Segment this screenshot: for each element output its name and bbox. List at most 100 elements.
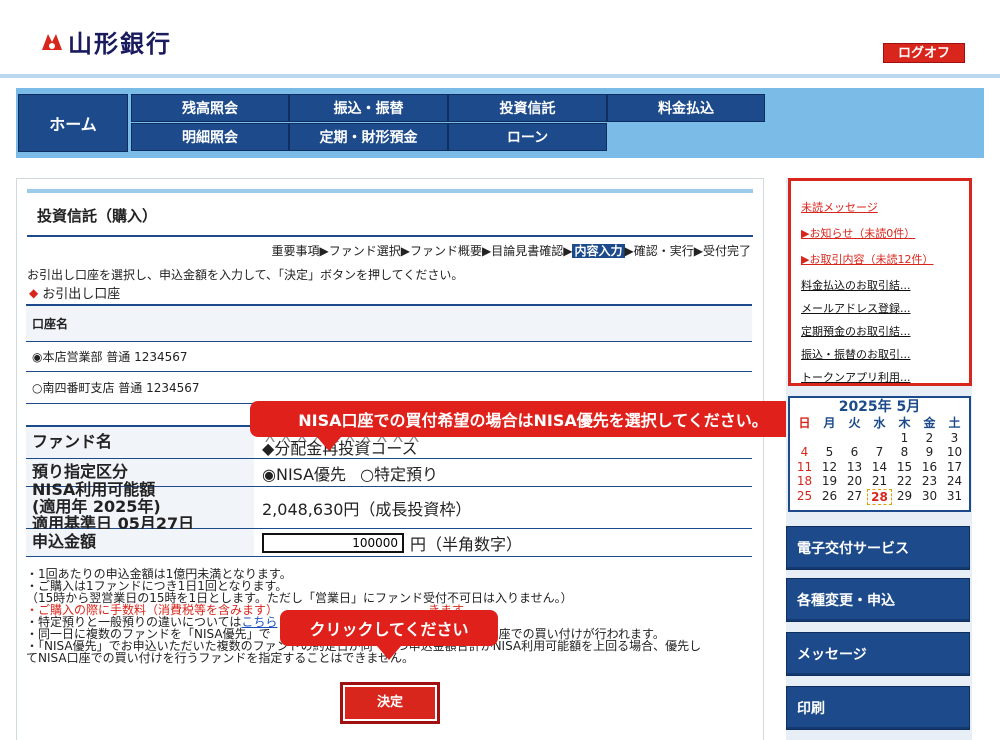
calendar-day: 20 xyxy=(846,474,863,488)
message-item[interactable]: 定期預金のお取引結... xyxy=(801,323,959,339)
nav-transfer[interactable]: 振込・振替 xyxy=(289,94,448,122)
calendar-day: 10 xyxy=(946,445,963,459)
decide-button[interactable]: 決定 xyxy=(340,682,440,724)
global-nav: ホーム 残高照会 振込・振替 投資信託 料金払込 明細照会 定期・財形預金 ロー… xyxy=(16,88,984,158)
message-item[interactable]: トークンアプリ利用... xyxy=(801,369,959,385)
calendar-day: 21 xyxy=(871,474,888,488)
calendar-day: 11 xyxy=(796,459,813,474)
calendar-day: 24 xyxy=(946,474,963,488)
calendar-day: 14 xyxy=(871,459,888,474)
calendar-day xyxy=(867,431,892,446)
calendar-weekday: 土 xyxy=(948,416,961,430)
e-delivery-button[interactable]: 電子交付サービス xyxy=(786,526,970,570)
step-item: ファンド概要 xyxy=(409,244,482,258)
calendar-day: 6 xyxy=(850,445,859,459)
fund-name-label: ファンド名 xyxy=(26,427,254,458)
nisa-priority-radio[interactable]: ◉NISA優先 xyxy=(262,461,346,485)
calendar-day: 15 xyxy=(896,459,913,474)
change-apply-button[interactable]: 各種変更・申込 xyxy=(786,578,970,622)
instruction-text: お引出し口座を選択し、申込金額を入力して、「決定」ボタンを押してください。 xyxy=(27,268,464,282)
nav-time-deposit[interactable]: 定期・財形預金 xyxy=(289,123,448,151)
calendar-weekday: 月 xyxy=(823,416,836,430)
calendar-day: 26 xyxy=(821,488,838,503)
message-item[interactable]: 料金払込のお取引結... xyxy=(801,277,959,293)
message-button[interactable]: メッセージ xyxy=(786,632,970,676)
radio-icon[interactable]: ○ xyxy=(32,381,42,395)
nisa-available-value: 2,048,630円（成長投資枠） xyxy=(262,499,472,519)
calendar-day: 19 xyxy=(821,474,838,488)
calendar-day xyxy=(842,431,867,446)
calendar-grid: 日月火水木金土 1 2 3 4 5 6 7 8 9 10 11 12 13 14 15 16 17 18 19 20 21… xyxy=(790,416,969,505)
section-bullet-icon: ◆ xyxy=(29,285,39,300)
calendar-day: 7 xyxy=(875,445,884,459)
calendar-title: 2025年 5月 xyxy=(838,399,921,415)
calendar-day: 17 xyxy=(946,459,963,474)
calendar-weekday: 火 xyxy=(848,416,861,430)
calendar-day: 16 xyxy=(921,459,938,474)
nisa-callout: NISA口座での買付希望の場合はNISA優先を選択してください。 xyxy=(250,401,816,451)
unread-messages-link[interactable]: 未読メッセージ xyxy=(801,199,959,215)
nav-payment[interactable]: 料金払込 xyxy=(607,94,765,122)
step-item: 確認・実行 xyxy=(633,244,694,258)
nav-statement[interactable]: 明細照会 xyxy=(131,123,289,151)
transaction-link[interactable]: ▶お取引内容（未読12件） xyxy=(801,251,959,267)
account-label: 南四番町支店 普通 1234567 xyxy=(42,381,200,395)
calendar: 2025年 5月 日月火水木金土 1 2 3 4 5 6 7 8 9 10 11 12 13 14 15 16 1… xyxy=(788,396,971,512)
amount-row: 申込金額 円（半角数字） xyxy=(26,529,752,557)
click-callout: クリックしてください xyxy=(280,610,498,660)
calendar-day: 12 xyxy=(821,459,838,474)
amount-unit: 円（半角数字） xyxy=(410,534,523,554)
nav-home[interactable]: ホーム xyxy=(18,94,128,152)
calendar-weekday: 木 xyxy=(898,416,911,430)
calendar-day: 31 xyxy=(946,488,963,503)
nav-balance[interactable]: 残高照会 xyxy=(131,94,289,122)
calendar-weekday: 日 xyxy=(798,416,811,430)
message-item[interactable]: 振込・振替のお取引... xyxy=(801,346,959,362)
print-button[interactable]: 印刷 xyxy=(786,686,970,730)
calendar-day: 23 xyxy=(921,474,938,488)
notice-link[interactable]: ▶お知らせ（未読0件） xyxy=(801,225,959,241)
amount-input[interactable] xyxy=(262,532,404,553)
calendar-weekday: 水 xyxy=(873,416,886,430)
account-table-header: 口座名 xyxy=(26,304,752,342)
page-title: 投資信託（購入） xyxy=(37,207,158,225)
radio-selected-icon[interactable]: ◉ xyxy=(32,350,42,364)
account-row[interactable]: ◉ 本店営業部 普通 1234567 xyxy=(26,342,752,372)
bank-name: 山形銀行 xyxy=(68,29,172,58)
calendar-day: 18 xyxy=(796,474,813,488)
calendar-day: 25 xyxy=(796,488,813,503)
nav-loan[interactable]: ローン xyxy=(448,123,607,151)
step-item: 受付完了 xyxy=(702,244,751,258)
step-item: ファンド選択 xyxy=(328,244,401,258)
message-box: 未読メッセージ ▶お知らせ（未読0件） ▶お取引内容（未読12件） 料金払込のお… xyxy=(788,178,972,386)
calendar-day: 3 xyxy=(950,430,959,445)
account-label: 本店営業部 普通 1234567 xyxy=(42,350,188,364)
calendar-day: 9 xyxy=(925,445,934,459)
calendar-day: 29 xyxy=(896,488,913,503)
nisa-available-row: NISA利用可能額 (適用年 2025年) 適用基準日 05月27日 2,048… xyxy=(26,482,752,532)
step-item: 重要事項 xyxy=(271,244,320,258)
calendar-day: 2 xyxy=(925,430,934,445)
calendar-day: 5 xyxy=(825,445,834,459)
calendar-day xyxy=(792,431,817,446)
calendar-weekday: 金 xyxy=(923,416,936,430)
specific-deposit-radio[interactable]: ○特定預り xyxy=(360,461,438,485)
bank-logo: 山形銀行 xyxy=(40,24,172,59)
step-current: 内容入力 xyxy=(572,244,625,258)
account-row[interactable]: ○ 南四番町支店 普通 1234567 xyxy=(26,372,752,404)
calendar-day: 4 xyxy=(800,445,809,459)
message-item[interactable]: メールアドレス登録... xyxy=(801,300,959,316)
calendar-day xyxy=(817,431,842,446)
amount-label: 申込金額 xyxy=(26,529,254,556)
section-heading: ◆ お引出し口座 xyxy=(29,285,121,303)
calendar-day: 13 xyxy=(846,459,863,474)
progress-steps: 重要事項▶ファンド選択▶ファンド概要▶目論見書確認▶ 内容入力 ▶確認・実行▶受付完… xyxy=(271,244,751,258)
step-item: 目論見書確認 xyxy=(491,244,564,258)
logoff-button[interactable]: ログオフ xyxy=(883,43,965,63)
nav-investment-trust[interactable]: 投資信託 xyxy=(448,94,607,122)
calendar-day: 30 xyxy=(921,488,938,503)
calendar-today: 28 xyxy=(867,488,892,505)
calendar-day: 27 xyxy=(846,488,863,503)
calendar-day: 22 xyxy=(896,474,913,488)
header-divider xyxy=(0,74,1000,78)
